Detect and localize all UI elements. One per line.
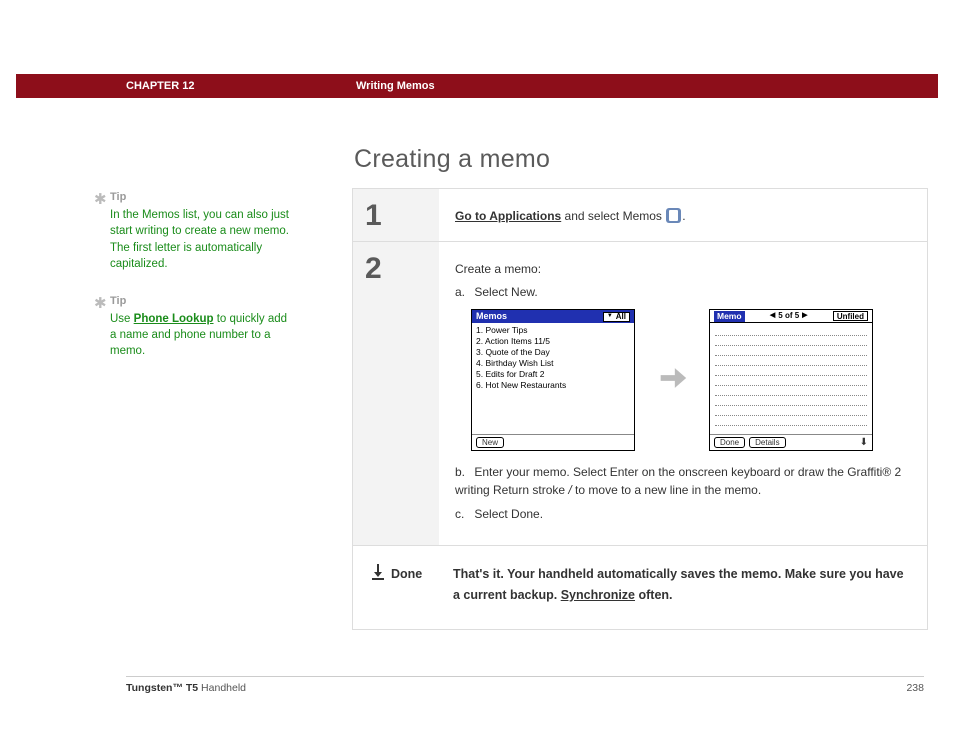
done-label: Done — [391, 564, 422, 585]
next-arrow-icon[interactable]: ▶ — [802, 311, 807, 322]
done-row: Done That's it. Your handheld automatica… — [352, 545, 928, 630]
done-message: often. — [635, 588, 673, 602]
list-item[interactable]: 6. Hot New Restaurants — [476, 380, 630, 391]
step-number: 1 — [353, 189, 439, 241]
product-rest: Handheld — [198, 682, 246, 694]
prev-arrow-icon[interactable]: ◀ — [770, 311, 775, 322]
memos-list: 1. Power Tips 2. Action Items 11/5 3. Qu… — [472, 323, 634, 434]
page-title: Creating a memo — [354, 145, 550, 174]
product-name: Tungsten™ T5 Handheld — [126, 682, 246, 694]
step-text: . — [682, 209, 685, 223]
list-item[interactable]: 4. Birthday Wish List — [476, 358, 630, 369]
tip-label: Tip — [110, 190, 290, 205]
tips-sidebar: ✱ Tip In the Memos list, you can also ju… — [110, 190, 290, 381]
asterisk-icon: ✱ — [94, 189, 107, 210]
category-label: All — [616, 312, 626, 321]
tip-text: Use — [110, 313, 134, 325]
step-row: 2 Create a memo: a. Select New. Memos ▼A… — [352, 241, 928, 545]
chapter-header: CHAPTER 12 Writing Memos — [16, 74, 938, 98]
done-label-group: Done — [365, 564, 437, 607]
substep-label: c. — [455, 505, 471, 523]
done-arrow-icon — [371, 564, 385, 587]
palm-footer: Done Details ⬇ — [710, 434, 872, 450]
list-item[interactable]: 3. Quote of the Day — [476, 347, 630, 358]
substep-c: c. Select Done. — [455, 505, 907, 523]
tip-body: In the Memos list, you can also just sta… — [110, 207, 290, 271]
page-number: 238 — [906, 682, 924, 694]
memos-icon — [666, 208, 681, 223]
details-button[interactable]: Details — [749, 437, 785, 448]
substep-label: b. — [455, 463, 471, 481]
tip-item: ✱ Tip In the Memos list, you can also ju… — [110, 190, 290, 272]
tip-label: Tip — [110, 294, 290, 309]
arrow-right-icon — [655, 361, 689, 400]
go-to-applications-link[interactable]: Go to Applications — [455, 209, 561, 223]
tip-body: Use Phone Lookup to quickly add a name a… — [110, 311, 290, 359]
done-button[interactable]: Done — [714, 437, 745, 448]
substep-text: to move to a new line in the memo. — [572, 483, 761, 497]
list-item[interactable]: 2. Action Items 11/5 — [476, 336, 630, 347]
steps-content: 1 Go to Applications and select Memos . … — [352, 188, 928, 630]
memo-edit-screenshot: Memo ◀ 5 of 5 ▶ Unfiled Don — [709, 309, 873, 451]
substep-text: Select Done. — [474, 507, 543, 521]
chapter-label: CHAPTER 12 — [126, 80, 194, 92]
synchronize-link[interactable]: Synchronize — [561, 588, 635, 602]
done-message: That's it. Your handheld automatically s… — [453, 567, 904, 602]
substep-b: b. Enter your memo. Select Enter on the … — [455, 463, 907, 499]
step-row: 1 Go to Applications and select Memos . — [352, 188, 928, 241]
dropdown-arrow-icon: ▼ — [607, 312, 613, 321]
step-body: Go to Applications and select Memos . — [439, 189, 927, 241]
category-selector[interactable]: Unfiled — [833, 311, 868, 321]
palm-footer: New — [472, 434, 634, 450]
palm-title-text: Memos — [476, 310, 507, 324]
done-text: That's it. Your handheld automatically s… — [453, 564, 907, 607]
substep-text: Select New. — [474, 285, 537, 299]
phone-lookup-link[interactable]: Phone Lookup — [134, 313, 214, 325]
list-item[interactable]: 1. Power Tips — [476, 325, 630, 336]
product-bold: Tungsten™ T5 — [126, 682, 198, 694]
step-intro: Create a memo: — [455, 260, 907, 278]
memos-list-screenshot: Memos ▼All 1. Power Tips 2. Action Items… — [471, 309, 635, 451]
step-body: Create a memo: a. Select New. Memos ▼All — [439, 242, 927, 545]
page-footer: Tungsten™ T5 Handheld 238 — [126, 676, 924, 694]
memo-position: 5 of 5 — [778, 310, 799, 322]
memo-text-area[interactable] — [710, 323, 872, 434]
screenshots-row: Memos ▼All 1. Power Tips 2. Action Items… — [471, 309, 907, 451]
substep-label: a. — [455, 283, 471, 301]
step-text: and select Memos — [561, 209, 665, 223]
section-label: Writing Memos — [356, 80, 435, 92]
list-item[interactable]: 5. Edits for Draft 2 — [476, 369, 630, 380]
step-number: 2 — [353, 242, 439, 545]
new-button[interactable]: New — [476, 437, 504, 448]
asterisk-icon: ✱ — [94, 293, 107, 314]
memo-navigation[interactable]: ◀ 5 of 5 ▶ — [770, 310, 808, 322]
scroll-down-icon[interactable]: ⬇ — [860, 435, 868, 450]
palm-titlebar: Memo ◀ 5 of 5 ▶ Unfiled — [710, 310, 872, 323]
category-dropdown[interactable]: ▼All — [603, 312, 630, 322]
tip-item: ✱ Tip Use Phone Lookup to quickly add a … — [110, 294, 290, 360]
palm-titlebar: Memos ▼All — [472, 310, 634, 323]
substep-a: a. Select New. — [455, 283, 907, 301]
palm-title-text: Memo — [714, 311, 745, 322]
